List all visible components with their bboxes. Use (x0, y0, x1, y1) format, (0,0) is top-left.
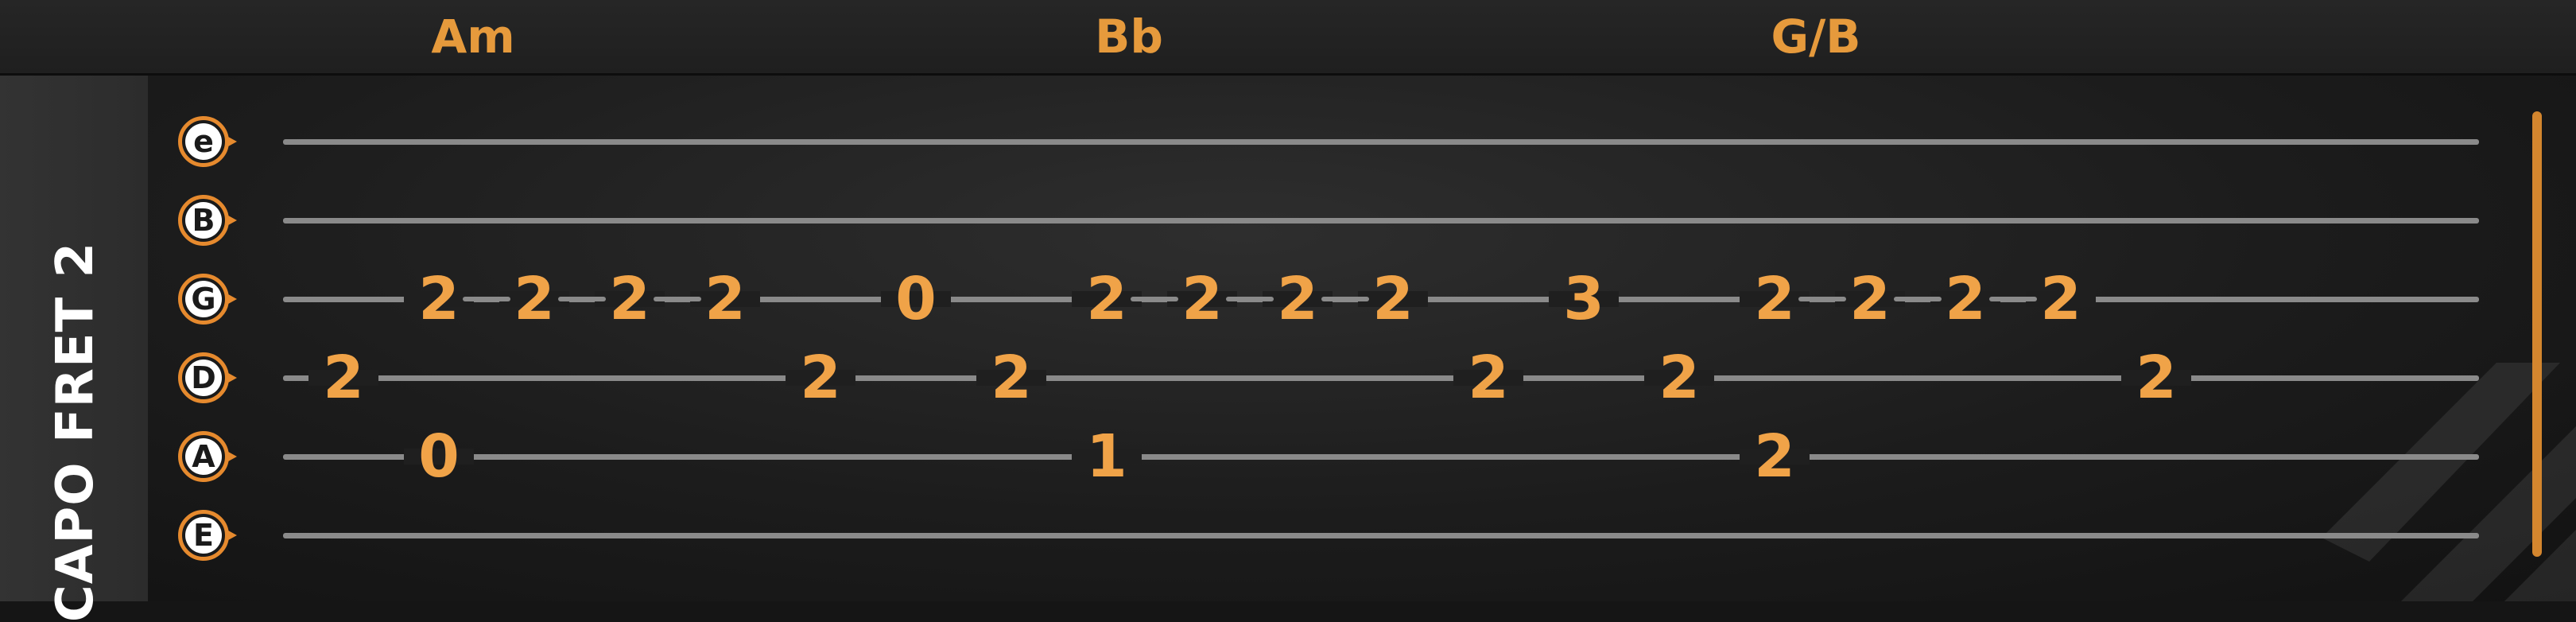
fret-number: 2 (2040, 265, 2081, 333)
string-label-e: e (178, 116, 229, 167)
string-line-A (283, 454, 2479, 460)
note-connector (1226, 297, 1274, 301)
note-connector (558, 297, 606, 301)
capo-label: CAPO FRET 2 (46, 241, 105, 622)
chord-bar (0, 0, 2576, 76)
fret-number: 2 (1658, 344, 1700, 412)
fret-number: 3 (1563, 265, 1604, 333)
fret-number: 2 (418, 265, 460, 333)
fret-number: 2 (1086, 265, 1127, 333)
note-connector (1131, 297, 1178, 301)
note-connector (1989, 297, 2037, 301)
fret-number: 0 (895, 265, 937, 333)
capo-panel: CAPO FRET 2 (0, 76, 148, 622)
fret-number: 2 (1277, 265, 1318, 333)
string-line-e (283, 139, 2479, 145)
note-connector (1894, 297, 1942, 301)
string-label-B: B (178, 195, 229, 246)
string-label-G: G (178, 274, 229, 325)
chord-label: Am (431, 10, 515, 64)
string-label-text: A (185, 438, 222, 475)
fret-number: 2 (1372, 265, 1414, 333)
fret-number: 2 (514, 265, 555, 333)
string-label-A: A (178, 431, 229, 482)
string-label-E: E (178, 510, 229, 561)
string-label-text: e (185, 123, 222, 160)
string-label-text: E (185, 517, 222, 554)
chord-label: G/B (1771, 10, 1861, 64)
string-line-E (283, 533, 2479, 538)
fret-number: 2 (1754, 265, 1795, 333)
string-label-text: B (185, 202, 222, 239)
tab-staff (148, 76, 2576, 601)
string-label-D: D (178, 352, 229, 403)
fret-number: 2 (1181, 265, 1223, 333)
fret-number: 2 (800, 344, 841, 412)
fret-number: 2 (1945, 265, 1986, 333)
string-label-text: G (185, 281, 222, 317)
note-connector (1798, 297, 1846, 301)
tab-viewer: CAPO FRET 2 Am Bb G/B e B G D A E 2 0 2 2 2 2 2 0 2 1 2 2 2 2 2… (0, 0, 2576, 622)
fret-number: 2 (1754, 422, 1795, 491)
fret-number: 1 (1086, 422, 1127, 491)
note-connector (1321, 297, 1369, 301)
string-line-B (283, 218, 2479, 224)
fret-number: 2 (1468, 344, 1509, 412)
fret-number: 2 (323, 344, 364, 412)
fret-number: 2 (2136, 344, 2177, 412)
fret-number: 0 (418, 422, 460, 491)
note-connector (654, 297, 701, 301)
playback-scrollbar[interactable] (2532, 111, 2542, 557)
fret-number: 2 (609, 265, 650, 333)
chord-label: Bb (1095, 10, 1163, 64)
string-label-text: D (185, 360, 222, 396)
fret-number: 2 (704, 265, 746, 333)
note-connector (463, 297, 510, 301)
fret-number: 2 (991, 344, 1032, 412)
fret-number: 2 (1849, 265, 1891, 333)
